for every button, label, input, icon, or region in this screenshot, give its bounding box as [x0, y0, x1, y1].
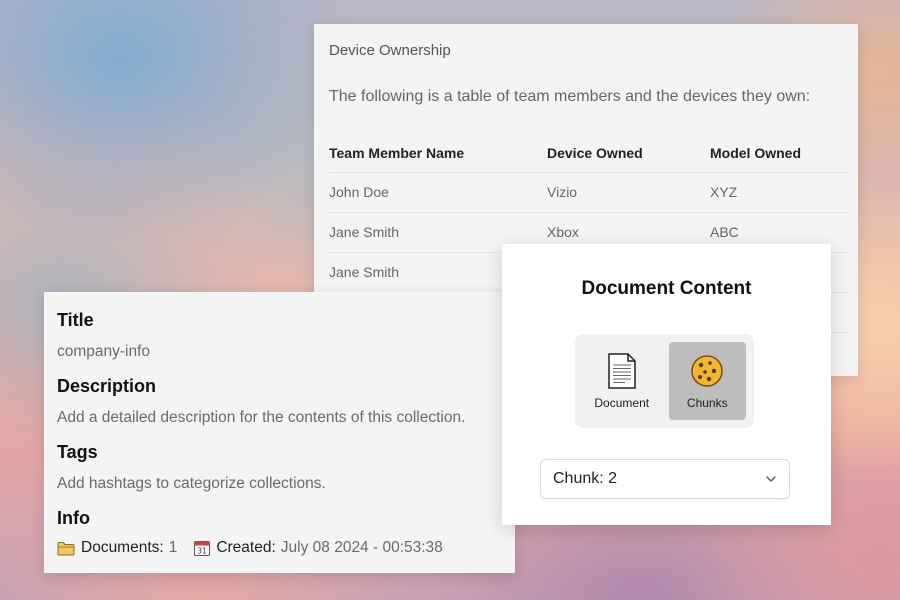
table-cell: XYZ — [710, 172, 848, 213]
table-header-row: Team Member Name Device Owned Model Owne… — [329, 134, 848, 173]
table-cell: Vizio — [547, 172, 710, 213]
title-section: Title company-info — [57, 308, 515, 363]
title-heading: Title — [57, 310, 94, 330]
document-toggle-label: Document — [594, 396, 650, 410]
device-ownership-intro: The following is a table of team members… — [329, 88, 811, 105]
document-icon — [607, 352, 637, 390]
description-section: Description Add a detailed description f… — [57, 374, 515, 429]
chunks-toggle-button[interactable]: Chunks — [668, 342, 746, 420]
collection-info-panel: Title company-info Description Add a det… — [44, 292, 515, 573]
description-field[interactable]: Add a detailed description for the conte… — [57, 407, 515, 429]
chunk-select-value: Chunk: 2 — [553, 470, 618, 487]
calendar-icon: 31 — [194, 540, 211, 556]
document-content-title: Document Content — [581, 278, 752, 299]
tags-field[interactable]: Add hashtags to categorize collections. — [57, 473, 515, 495]
chevron-down-icon — [765, 475, 777, 483]
tags-heading: Tags — [57, 442, 98, 462]
column-header-device: Device Owned — [547, 134, 710, 173]
column-header-team-member: Team Member Name — [329, 134, 547, 173]
cookie-icon — [690, 352, 724, 390]
info-section: Info Documents: 1 31 Created: July 08 20… — [57, 506, 515, 557]
documents-label: Documents: — [81, 539, 164, 556]
tags-section: Tags Add hashtags to categorize collecti… — [57, 440, 515, 495]
table-row: John Doe Vizio XYZ — [329, 172, 848, 213]
description-heading: Description — [57, 376, 157, 396]
document-toggle-button[interactable]: Document — [583, 342, 661, 420]
chunk-select[interactable]: Chunk: 2 — [540, 459, 790, 499]
document-content-panel: Document Content Document Chunks Chunk: … — [502, 244, 831, 525]
documents-count: 1 — [168, 539, 178, 556]
svg-text:31: 31 — [198, 547, 208, 556]
info-row: Documents: 1 31 Created: July 08 2024 - … — [57, 539, 515, 557]
folder-icon — [57, 541, 75, 556]
title-value[interactable]: company-info — [57, 341, 515, 363]
column-header-model: Model Owned — [710, 134, 848, 173]
device-ownership-title: Device Ownership — [329, 42, 451, 59]
chunks-toggle-label: Chunks — [686, 396, 728, 410]
info-heading: Info — [57, 508, 90, 528]
created-value: July 08 2024 - 00:53:38 — [280, 539, 443, 556]
table-cell: John Doe — [329, 172, 547, 213]
view-toggle: Document Chunks — [575, 334, 754, 428]
created-label: Created: — [216, 539, 276, 556]
